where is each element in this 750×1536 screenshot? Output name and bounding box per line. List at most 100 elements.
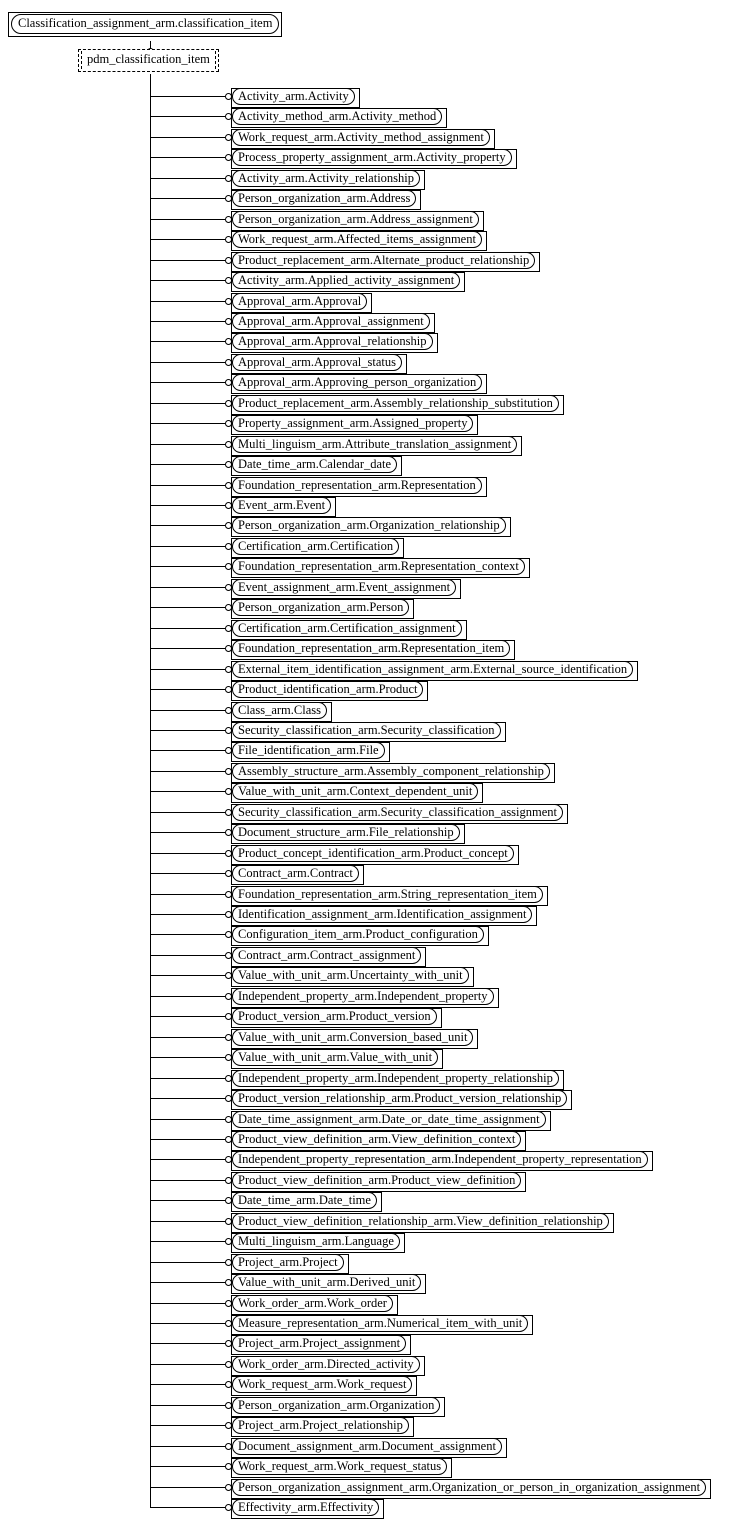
subtype-branch-line <box>150 157 225 158</box>
subtype-branch-line <box>150 1405 225 1406</box>
subtype-branch-line <box>150 1016 225 1017</box>
supertype-marker-box[interactable]: pdm_classification_item <box>78 49 219 72</box>
subtype-entity-label: File_identification_arm.File <box>232 742 385 759</box>
subtype-entity-label: Product_version_arm.Product_version <box>232 1008 437 1025</box>
subtype-branch-line <box>150 403 225 404</box>
subtype-branch-line <box>150 1098 225 1099</box>
subtype-entity-label: Approval_arm.Approval_assignment <box>232 313 430 330</box>
subtype-branch-line <box>150 280 225 281</box>
subtype-entity-label: Person_organization_arm.Address <box>232 190 417 207</box>
subtype-branch-line <box>150 546 225 547</box>
subtype-entity-label: Independent_property_arm.Independent_pro… <box>232 988 494 1005</box>
subtype-entity-label: Date_time_assignment_arm.Date_or_date_ti… <box>232 1111 546 1128</box>
subtype-entity-label: Approval_arm.Approving_person_organizati… <box>232 374 483 391</box>
subtype-entity-label: Activity_arm.Activity_relationship <box>232 170 421 187</box>
subtype-entity-label: Effectivity_arm.Effectivity <box>232 1499 380 1516</box>
subtype-entity-label: Value_with_unit_arm.Uncertainty_with_uni… <box>232 967 469 984</box>
subtype-entity-label: Value_with_unit_arm.Conversion_based_uni… <box>232 1029 474 1046</box>
subtype-branch-line <box>150 1241 225 1242</box>
subtype-entity-label: Document_structure_arm.File_relationship <box>232 824 460 841</box>
subtype-branch-line <box>150 1221 225 1222</box>
subtype-entity-label: Value_with_unit_arm.Value_with_unit <box>232 1049 439 1066</box>
subtype-entity-label: Configuration_item_arm.Product_configura… <box>232 926 484 943</box>
subtype-entity-label: Independent_property_representation_arm.… <box>232 1151 648 1168</box>
subtype-entity-label: Product_concept_identification_arm.Produ… <box>232 845 514 862</box>
root-entity-box[interactable]: Classification_assignment_arm.classifica… <box>8 12 283 37</box>
subtype-branch-line <box>150 669 225 670</box>
subtype-branch-line <box>150 1343 225 1344</box>
subtype-entity-label: Multi_linguism_arm.Language <box>232 1233 400 1250</box>
subtype-branch-line <box>150 260 225 261</box>
subtype-branch-line <box>150 301 225 302</box>
supertype-marker-label: pdm_classification_item <box>81 51 216 69</box>
subtype-entity-label: Work_order_arm.Directed_activity <box>232 1356 420 1373</box>
subtype-branch-line <box>150 832 225 833</box>
subtype-entity-label: Project_arm.Project <box>232 1254 344 1271</box>
subtype-entity-label: Person_organization_arm.Organization <box>232 1397 441 1414</box>
subtype-entity-label: Date_time_arm.Calendar_date <box>232 456 398 473</box>
subtype-branch-line <box>150 1262 225 1263</box>
subtype-entity-label: Multi_linguism_arm.Attribute_translation… <box>232 436 518 453</box>
subtype-entity-label: Person_organization_arm.Address_assignme… <box>232 211 479 228</box>
subtype-entity-label: Assembly_structure_arm.Assembly_componen… <box>232 763 550 780</box>
subtype-branch-line <box>150 1364 225 1365</box>
subtype-entity-label: Approval_arm.Approval_relationship <box>232 333 433 350</box>
subtype-branch-line <box>150 1119 225 1120</box>
subtype-entity-label: Work_request_arm.Affected_items_assignme… <box>232 231 482 248</box>
subtype-branch-line <box>150 382 225 383</box>
subtype-entity-label: Product_version_relationship_arm.Product… <box>232 1090 568 1107</box>
subtype-entity-label: Process_property_assignment_arm.Activity… <box>232 149 512 166</box>
subtype-entity-label: Event_arm.Event <box>232 497 332 514</box>
subtype-branch-line <box>150 341 225 342</box>
subtype-entity-label: Identification_assignment_arm.Identifica… <box>232 906 533 923</box>
subtype-branch-line <box>150 689 225 690</box>
subtype-branch-line <box>150 607 225 608</box>
subtype-entity-label: Approval_arm.Approval_status <box>232 354 402 371</box>
subtype-branch-line <box>150 321 225 322</box>
subtype-branch-line <box>150 485 225 486</box>
subtype-entity-label: Measure_representation_arm.Numerical_ite… <box>232 1315 529 1332</box>
subtype-branch-line <box>150 730 225 731</box>
subtype-entity-label: Person_organization_assignment_arm.Organ… <box>232 1479 707 1496</box>
subtype-branch-line <box>150 464 225 465</box>
subtype-branch-line <box>150 444 225 445</box>
subtype-entity-label: Certification_arm.Certification <box>232 538 400 555</box>
subtype-branch-line <box>150 1384 225 1385</box>
subtype-branch-line <box>150 1323 225 1324</box>
subtype-entity-label: Product_view_definition_arm.View_definit… <box>232 1131 522 1148</box>
subtype-entity-label: Product_identification_arm.Product <box>232 681 424 698</box>
subtype-branch-line <box>150 137 225 138</box>
subtype-branch-line <box>150 566 225 567</box>
subtype-branch-line <box>150 812 225 813</box>
subtype-entity-label: Event_assignment_arm.Event_assignment <box>232 579 457 596</box>
subtype-branch-line <box>150 1057 225 1058</box>
subtype-branch-line <box>150 1159 225 1160</box>
subtype-branch-line <box>150 975 225 976</box>
subtype-entity-label: Work_request_arm.Work_request <box>232 1376 413 1393</box>
class-diagram-canvas: Classification_assignment_arm.classifica… <box>0 0 750 1536</box>
subtype-branch-line <box>150 1466 225 1467</box>
subtype-entity-label: Independent_property_arm.Independent_pro… <box>232 1070 559 1087</box>
subtype-branch-line <box>150 178 225 179</box>
subtype-entity-label: Project_arm.Project_relationship <box>232 1417 409 1434</box>
subtype-entity-label: Date_time_arm.Date_time <box>232 1192 377 1209</box>
subtype-entity-label: Person_organization_arm.Organization_rel… <box>232 517 506 534</box>
subtype-entity-label: Approval_arm.Approval <box>232 293 368 310</box>
subtype-branch-line <box>150 955 225 956</box>
subtype-branch-line <box>150 1303 225 1304</box>
subtype-entity-label: Activity_arm.Applied_activity_assignment <box>232 272 461 289</box>
subtype-entity-label: Contract_arm.Contract <box>232 865 359 882</box>
subtype-entity-label: Foundation_representation_arm.Representa… <box>232 558 525 575</box>
subtype-entity-label: Security_classification_arm.Security_cla… <box>232 722 501 739</box>
subtype-branch-line <box>150 198 225 199</box>
subtype-entity-label: Product_replacement_arm.Alternate_produc… <box>232 252 536 269</box>
subtype-branch-line <box>150 894 225 895</box>
subtype-branch-line <box>150 116 225 117</box>
subtype-branch-line <box>150 648 225 649</box>
subtype-branch-line <box>150 1078 225 1079</box>
subtype-branch-line <box>150 1282 225 1283</box>
root-entity-label: Classification_assignment_arm.classifica… <box>11 14 280 34</box>
subtype-entity-label: Work_request_arm.Work_request_status <box>232 1458 448 1475</box>
subtype-entity-label: Activity_arm.Activity <box>232 88 355 105</box>
subtype-branch-line <box>150 873 225 874</box>
